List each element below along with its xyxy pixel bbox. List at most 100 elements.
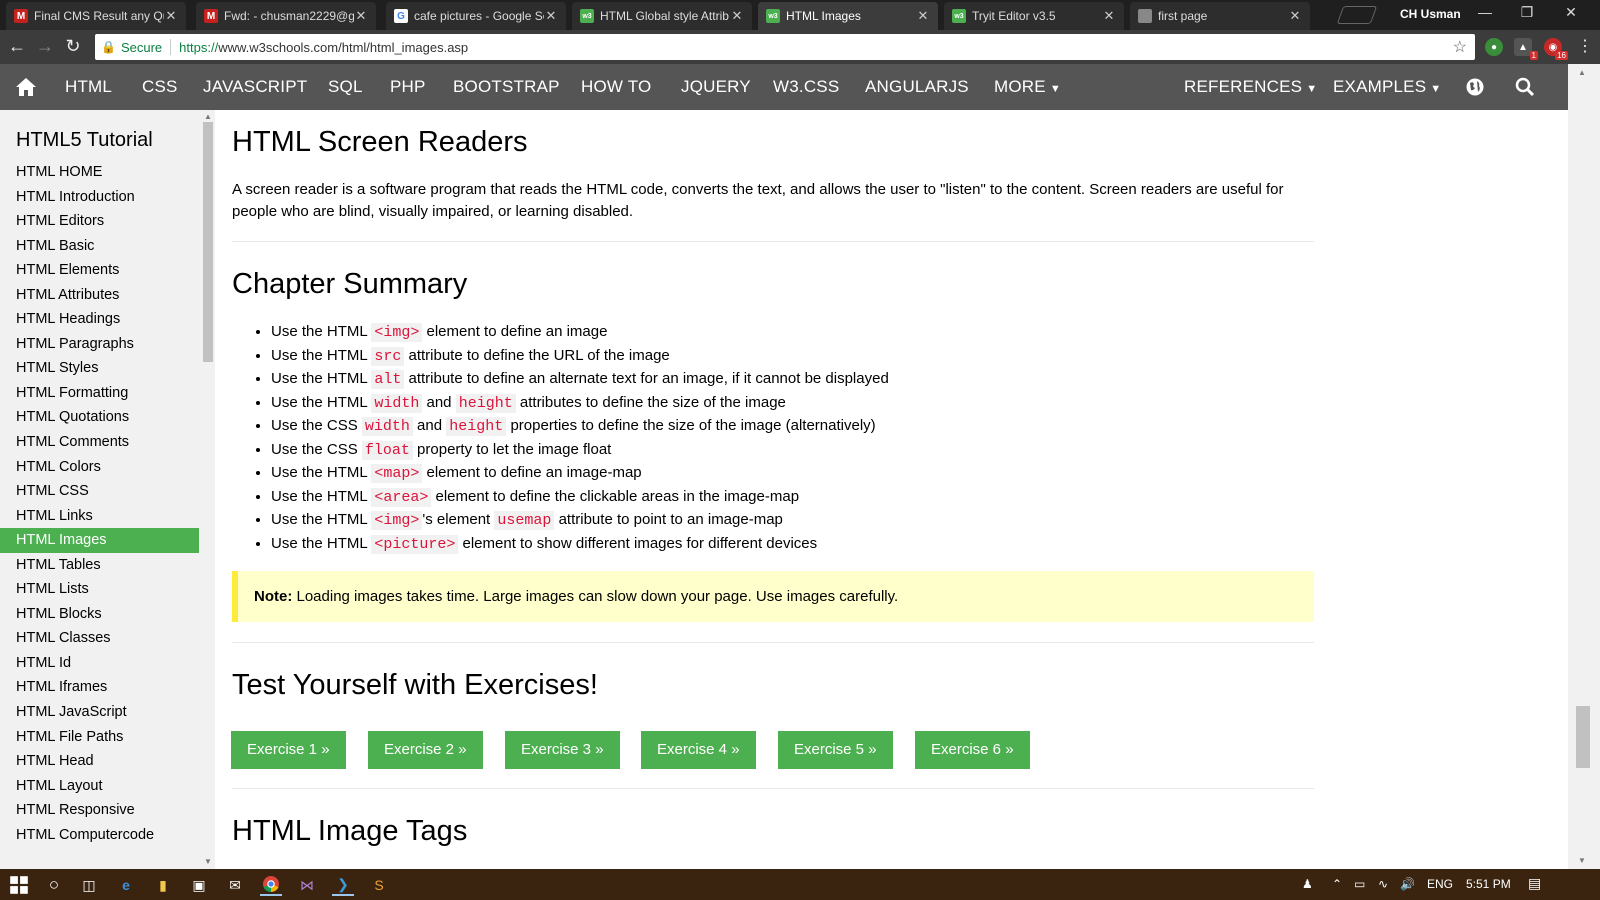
exercise-2-button[interactable]: Exercise 2 » bbox=[368, 731, 483, 769]
nav-more[interactable]: MORE ▼ bbox=[994, 64, 1061, 110]
mail-icon[interactable]: ✉ bbox=[224, 874, 246, 896]
notifications-icon[interactable]: ▤ bbox=[1528, 875, 1541, 892]
nav-references[interactable]: REFERENCES ▼ bbox=[1184, 64, 1317, 110]
globe-icon[interactable] bbox=[1465, 77, 1485, 97]
vscode-icon[interactable]: ❯ bbox=[332, 874, 354, 896]
page-scroll-thumb[interactable] bbox=[1576, 706, 1590, 768]
nav-item-w3-css[interactable]: W3.CSS bbox=[773, 64, 839, 110]
new-tab-button[interactable] bbox=[1336, 6, 1378, 24]
close-tab-icon[interactable]: ✕ bbox=[544, 8, 558, 24]
sidebar-item-html-id[interactable]: HTML Id bbox=[0, 651, 199, 676]
sidebar-item-html-basic[interactable]: HTML Basic bbox=[0, 234, 199, 259]
sidebar-item-html-introduction[interactable]: HTML Introduction bbox=[0, 185, 199, 210]
scroll-down-icon[interactable]: ▼ bbox=[204, 857, 212, 866]
sidebar-item-html-responsive[interactable]: HTML Responsive bbox=[0, 798, 199, 823]
reload-icon[interactable]: ↻ bbox=[62, 36, 84, 57]
close-window-icon[interactable]: ✕ bbox=[1556, 4, 1586, 21]
cortana-icon[interactable]: ○ bbox=[43, 874, 65, 896]
scroll-up-icon[interactable]: ▲ bbox=[204, 112, 212, 121]
sidebar-item-html-colors[interactable]: HTML Colors bbox=[0, 455, 199, 480]
nav-item-sql[interactable]: SQL bbox=[328, 64, 363, 110]
store-icon[interactable]: ▣ bbox=[188, 874, 210, 896]
sidebar-item-html-formatting[interactable]: HTML Formatting bbox=[0, 381, 199, 406]
back-icon[interactable]: ← bbox=[6, 36, 28, 57]
sidebar-item-html-tables[interactable]: HTML Tables bbox=[0, 553, 199, 578]
people-icon[interactable]: ♟ bbox=[1302, 877, 1313, 891]
exercise-3-button[interactable]: Exercise 3 » bbox=[505, 731, 620, 769]
close-tab-icon[interactable]: ✕ bbox=[1288, 8, 1302, 24]
nav-item-how-to[interactable]: HOW TO bbox=[581, 64, 651, 110]
edge-icon[interactable]: e bbox=[115, 874, 137, 896]
search-icon[interactable] bbox=[1515, 77, 1535, 97]
nav-item-bootstrap[interactable]: BOOTSTRAP bbox=[453, 64, 560, 110]
nav-item-css[interactable]: CSS bbox=[142, 64, 178, 110]
browser-tab[interactable]: M Final CMS Result any Qu ✕ bbox=[6, 2, 186, 30]
sidebar-item-html-computercode[interactable]: HTML Computercode bbox=[0, 823, 199, 848]
nav-item-angularjs[interactable]: ANGULARJS bbox=[865, 64, 969, 110]
sidebar-item-html-attributes[interactable]: HTML Attributes bbox=[0, 283, 199, 308]
sidebar-item-html-styles[interactable]: HTML Styles bbox=[0, 356, 199, 381]
file-explorer-icon[interactable]: ▮ bbox=[152, 874, 174, 896]
exercise-6-button[interactable]: Exercise 6 » bbox=[915, 731, 1030, 769]
sidebar-item-html-links[interactable]: HTML Links bbox=[0, 504, 199, 529]
sidebar-item-html-elements[interactable]: HTML Elements bbox=[0, 258, 199, 283]
minimize-icon[interactable]: — bbox=[1470, 4, 1500, 20]
page-scrollbar[interactable]: ▲ ▼ bbox=[1568, 64, 1600, 869]
clock[interactable]: 5:51 PM bbox=[1466, 877, 1511, 891]
close-tab-icon[interactable]: ✕ bbox=[730, 8, 744, 24]
close-tab-icon[interactable]: ✕ bbox=[164, 8, 178, 24]
exercise-4-button[interactable]: Exercise 4 » bbox=[641, 731, 756, 769]
browser-tab[interactable]: Gcafe pictures - Google Se ✕ bbox=[386, 2, 566, 30]
bookmark-star-icon[interactable]: ☆ bbox=[1453, 37, 1467, 57]
nav-examples[interactable]: EXAMPLES ▼ bbox=[1333, 64, 1441, 110]
sidebar-item-html-layout[interactable]: HTML Layout bbox=[0, 774, 199, 799]
sidebar-item-html-paragraphs[interactable]: HTML Paragraphs bbox=[0, 332, 199, 357]
sidebar-item-html-home[interactable]: HTML HOME bbox=[0, 160, 199, 185]
sidebar-item-html-head[interactable]: HTML Head bbox=[0, 749, 199, 774]
sidebar-item-html-blocks[interactable]: HTML Blocks bbox=[0, 602, 199, 627]
sidebar-item-html-quotations[interactable]: HTML Quotations bbox=[0, 405, 199, 430]
nav-item-php[interactable]: PHP bbox=[390, 64, 426, 110]
browser-tab[interactable]: w3 HTML Images ✕ bbox=[758, 2, 938, 30]
sidebar-item-html-lists[interactable]: HTML Lists bbox=[0, 577, 199, 602]
home-icon[interactable] bbox=[14, 75, 38, 99]
forward-icon[interactable]: → bbox=[34, 36, 56, 57]
sidebar-scrollbar[interactable]: ▲ ▼ bbox=[201, 110, 215, 869]
address-bar[interactable]: 🔒 Secure https://www.w3schools.com/html/… bbox=[95, 34, 1475, 60]
menu-dots-icon[interactable]: ⋮ bbox=[1574, 36, 1596, 56]
language-indicator[interactable]: ENG bbox=[1427, 877, 1453, 891]
windows-start-icon[interactable] bbox=[8, 874, 30, 896]
profile-name[interactable]: CH Usman bbox=[1400, 7, 1461, 21]
sidebar-item-html-editors[interactable]: HTML Editors bbox=[0, 209, 199, 234]
sidebar-scroll-thumb[interactable] bbox=[203, 122, 213, 362]
scroll-up-icon[interactable]: ▲ bbox=[1578, 68, 1586, 77]
visual-studio-icon[interactable]: ⋈ bbox=[296, 874, 318, 896]
wifi-icon[interactable]: ∿ bbox=[1378, 877, 1388, 891]
sidebar-item-html-iframes[interactable]: HTML Iframes bbox=[0, 675, 199, 700]
scroll-down-icon[interactable]: ▼ bbox=[1578, 856, 1586, 865]
battery-icon[interactable]: ▭ bbox=[1354, 877, 1365, 891]
sidebar-item-html-file-paths[interactable]: HTML File Paths bbox=[0, 725, 199, 750]
chrome-icon[interactable] bbox=[260, 874, 282, 896]
restore-icon[interactable]: ❐ bbox=[1512, 4, 1542, 21]
extension-stop-icon[interactable]: ◉ 16 bbox=[1544, 38, 1568, 60]
task-view-icon[interactable]: ◫ bbox=[78, 874, 100, 896]
sidebar-item-html-classes[interactable]: HTML Classes bbox=[0, 626, 199, 651]
show-hidden-icons-icon[interactable]: ⌃ bbox=[1332, 877, 1342, 891]
sidebar-item-html-javascript[interactable]: HTML JavaScript bbox=[0, 700, 199, 725]
sidebar-item-html-css[interactable]: HTML CSS bbox=[0, 479, 199, 504]
sublime-text-icon[interactable]: S bbox=[368, 874, 390, 896]
close-tab-icon[interactable]: ✕ bbox=[916, 8, 930, 24]
sidebar-item-html-headings[interactable]: HTML Headings bbox=[0, 307, 199, 332]
sidebar-item-html-images[interactable]: HTML Images bbox=[0, 528, 199, 553]
browser-tab[interactable]: w3 Tryit Editor v3.5 ✕ bbox=[944, 2, 1124, 30]
browser-tab[interactable]: M Fwd: - chusman2229@gr ✕ bbox=[196, 2, 376, 30]
volume-icon[interactable]: 🔊 bbox=[1400, 877, 1415, 891]
close-tab-icon[interactable]: ✕ bbox=[1102, 8, 1116, 24]
nav-item-jquery[interactable]: JQUERY bbox=[681, 64, 751, 110]
exercise-1-button[interactable]: Exercise 1 » bbox=[231, 731, 346, 769]
extension-shield-icon[interactable]: ▲ 1 bbox=[1514, 38, 1538, 60]
exercise-5-button[interactable]: Exercise 5 » bbox=[778, 731, 893, 769]
extension-leaf-icon[interactable]: ● bbox=[1485, 38, 1503, 56]
sidebar-item-html-comments[interactable]: HTML Comments bbox=[0, 430, 199, 455]
